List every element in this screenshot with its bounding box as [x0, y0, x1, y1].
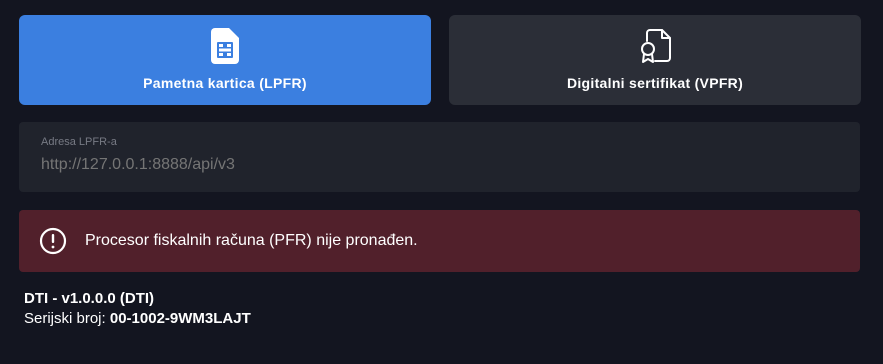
sim-card-icon: [206, 27, 244, 65]
serial-number-value: 00-1002-9WM3LAJT: [109, 310, 251, 327]
error-message: Procesor fiskalnih računa (PFR) nije pro…: [85, 232, 418, 249]
error-alert: Procesor fiskalnih računa (PFR) nije pro…: [19, 210, 860, 272]
digital-certificate-vpfr-button[interactable]: Digitalni sertifikat (VPFR): [449, 15, 861, 105]
serial-number-label: Serijski broj:: [24, 310, 106, 327]
smart-card-lpfr-button[interactable]: Pametna kartica (LPFR): [19, 15, 431, 105]
lpfr-address-field[interactable]: Adresa LPFR-a: [19, 122, 860, 192]
certificate-icon: [636, 27, 674, 65]
device-info: DTI - v1.0.0.0 (DTI) Serijski broj: 00-1…: [24, 289, 251, 329]
lpfr-address-input[interactable]: [41, 156, 838, 174]
serial-number-row: Serijski broj: 00-1002-9WM3LAJT: [24, 309, 251, 329]
digital-certificate-vpfr-label: Digitalni sertifikat (VPFR): [566, 75, 744, 91]
exclamation-circle-icon: [39, 227, 67, 255]
version-text: DTI - v1.0.0.0 (DTI): [24, 290, 155, 307]
lpfr-address-label: Adresa LPFR-a: [41, 136, 117, 148]
smart-card-lpfr-label: Pametna kartica (LPFR): [143, 75, 307, 91]
